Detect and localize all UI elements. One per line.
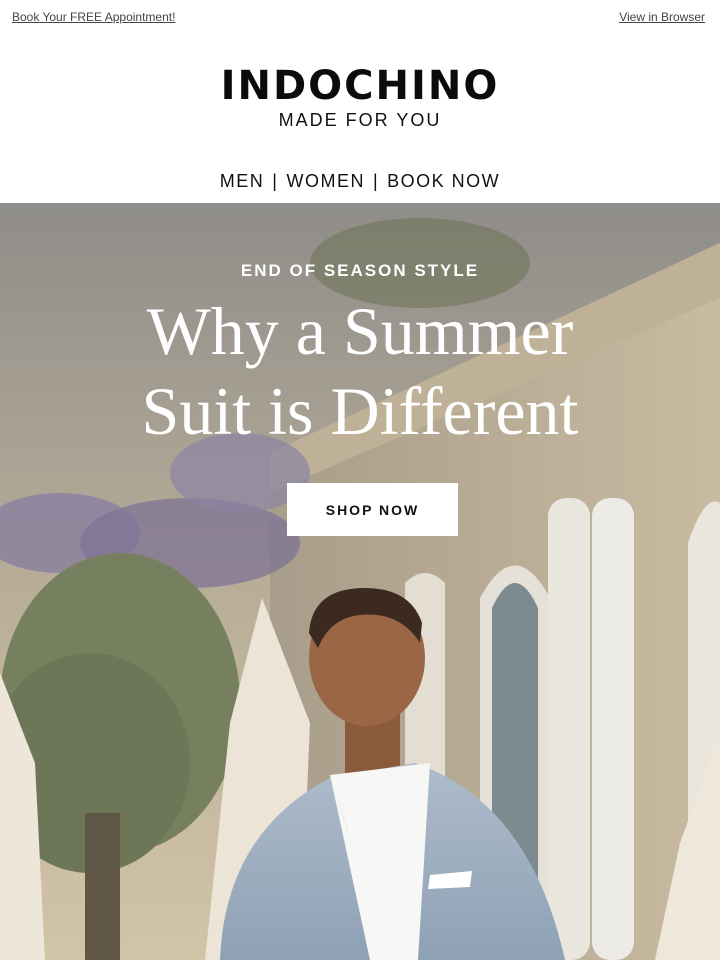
hero-headline: Why a Summer Suit is Different [0,291,720,451]
top-bar: Book Your FREE Appointment! View in Brow… [0,0,720,36]
hero-banner[interactable]: END OF SEASON STYLE Why a Summer Suit is… [0,203,720,960]
nav-item-book-now[interactable]: BOOK NOW [387,171,500,191]
shop-now-button[interactable]: SHOP NOW [287,483,458,536]
main-nav: MEN | WOMEN | BOOK NOW [0,171,720,192]
nav-separator: | [372,171,380,191]
tagline: MADE FOR YOU [278,110,442,130]
view-in-browser-link[interactable]: View in Browser [619,10,705,24]
hero-headline-line: Suit is Different [141,373,579,449]
logo[interactable]: INDOCHINO [0,64,720,108]
hero-eyebrow: END OF SEASON STYLE [240,261,480,280]
brand-header: INDOCHINO MADE FOR YOU [0,64,720,131]
nav-item-men[interactable]: MEN [220,171,265,191]
hero-headline-line: Why a Summer [146,293,574,369]
nav-separator: | [272,171,279,191]
nav-item-women[interactable]: WOMEN [286,171,365,191]
book-appointment-link[interactable]: Book Your FREE Appointment! [12,10,175,24]
